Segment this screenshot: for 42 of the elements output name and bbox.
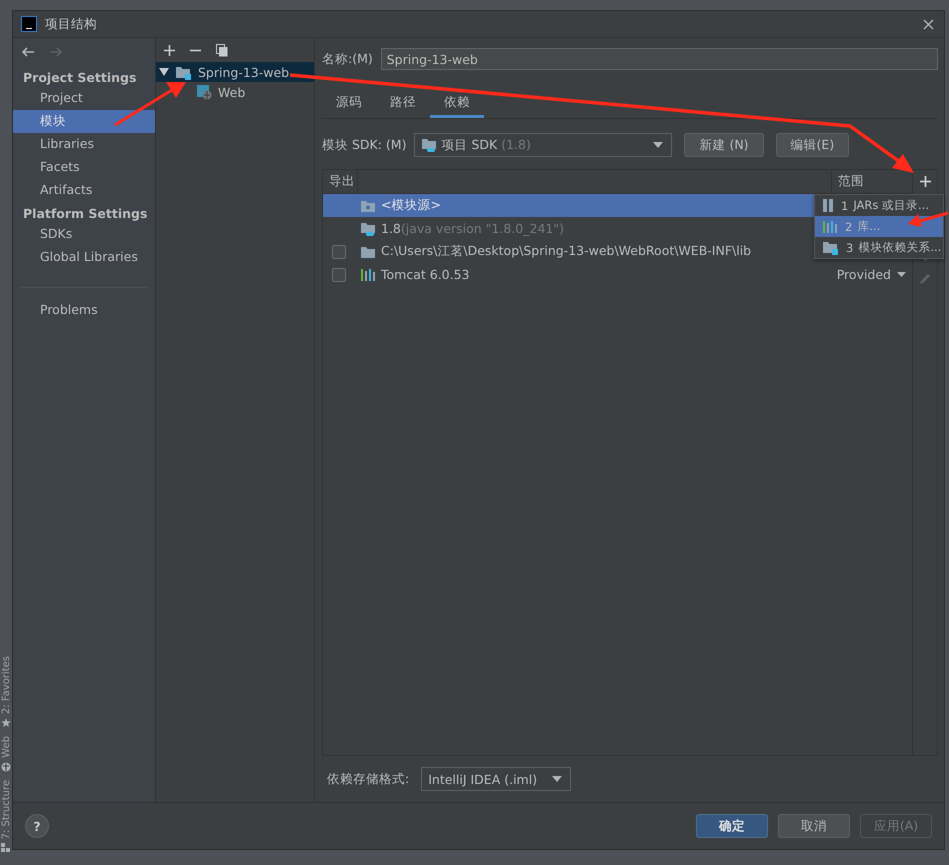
dependency-name: 1.8(java version "1.8.0_241") <box>381 221 564 236</box>
name-field[interactable]: Spring-13-web <box>380 48 938 70</box>
tab[interactable]: 路径 <box>376 88 430 118</box>
tree-item[interactable]: Spring-13-web <box>156 62 314 82</box>
tree-label: Web <box>218 84 246 100</box>
dialog-button[interactable]: 取消 <box>778 814 850 838</box>
tab[interactable]: 依赖 <box>430 88 484 118</box>
name-label: 名称:(M) <box>322 50 373 68</box>
column-header: 范围 <box>837 172 865 190</box>
help-button[interactable]: ? <box>25 814 49 838</box>
sidebar-item[interactable]: Problems <box>13 299 155 322</box>
section-heading: Project Settings <box>22 69 138 87</box>
sidebar-item[interactable]: Artifacts <box>13 179 155 202</box>
tab[interactable]: 源码 <box>322 88 376 118</box>
sidebar-item[interactable]: SDKs <box>13 223 155 246</box>
sdk-button[interactable]: 编辑(E) <box>776 133 850 157</box>
tool-window-tab[interactable]: 2: Favorites <box>0 656 12 714</box>
format-dropdown[interactable]: IntelliJ IDEA (.iml) <box>421 767 572 791</box>
sidebar-item[interactable]: Libraries <box>13 133 155 156</box>
sdk-button[interactable]: 新建 (N) <box>684 133 764 157</box>
dialog-button[interactable]: 确定 <box>696 814 768 838</box>
sidebar-item[interactable]: Facets <box>13 156 155 179</box>
tree-item[interactable]: Web <box>156 82 314 102</box>
menu-item[interactable]: 2 库... <box>815 216 943 237</box>
dependency-name: Tomcat 6.0.53 <box>381 267 470 282</box>
scope-dropdown[interactable]: Provided <box>836 267 906 282</box>
section-heading: Platform Settings <box>22 205 148 223</box>
sidebar-item[interactable]: Project <box>13 87 155 110</box>
menu-item[interactable]: 3 模块依赖关系... <box>815 237 943 258</box>
dependency-row[interactable]: Tomcat 6.0.53 Provided <box>323 263 912 286</box>
column-header: 导出 <box>323 170 358 193</box>
window-title: 项目结构 <box>45 16 97 32</box>
dependency-name: <模块源> <box>381 197 441 214</box>
sidebar-item[interactable]: 模块 <box>13 110 155 133</box>
dependency-name: C:\Users\江茗\Desktop\Spring-13-web\WebRoot\WEB-INF\lib <box>381 243 752 260</box>
format-label: 依赖存储格式: <box>327 770 410 788</box>
tool-window-tab[interactable]: Web <box>0 736 12 758</box>
sdk-dropdown[interactable]: 项目 SDK (1.8) <box>414 133 672 157</box>
tool-window-tab[interactable]: 7: Structure <box>0 780 12 839</box>
sidebar-item[interactable]: Global Libraries <box>13 246 155 269</box>
sdk-label: 模块 SDK: (M) <box>322 136 406 154</box>
tree-label: Spring-13-web <box>198 64 290 80</box>
